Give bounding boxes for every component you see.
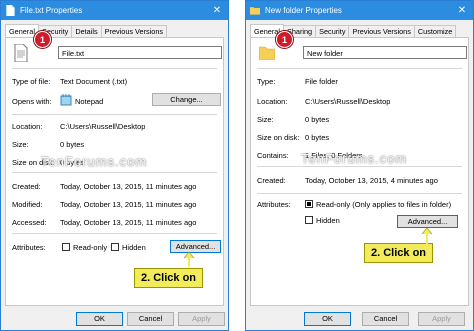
accessed-label: Accessed: xyxy=(12,218,47,227)
general-panel: New folder Type: File folder Location: C… xyxy=(250,37,469,306)
location-value: C:\Users\Russell\Desktop xyxy=(60,122,146,131)
title-bar: New folder Properties ✕ xyxy=(246,1,473,20)
size-label: Size: xyxy=(257,115,274,124)
hidden-label: Hidden xyxy=(122,243,146,252)
step-2-callout: 2. Click on xyxy=(134,268,204,288)
type-label: Type of file: xyxy=(12,77,51,86)
hidden-checkbox[interactable] xyxy=(111,243,119,251)
step-1-badge: 1 xyxy=(34,31,51,48)
accessed-value: Today, October 13, 2015, 11 minutes ago xyxy=(60,218,197,227)
folder-icon xyxy=(250,7,260,15)
file-properties-dialog: File.txt Properties ✕ General Security D… xyxy=(0,0,229,331)
created-label: Created: xyxy=(12,182,41,191)
created-value: Today, October 13, 2015, 4 minutes ago xyxy=(305,176,438,185)
folder-name-field[interactable]: New folder xyxy=(303,46,467,59)
read-only-label: Read-only (Only applies to files in fold… xyxy=(316,200,452,209)
opens-with-value: Notepad xyxy=(75,97,104,106)
size-value: 0 bytes xyxy=(60,140,85,149)
watermark: TenForums.com xyxy=(41,154,148,169)
folder-properties-dialog: New folder Properties ✕ General Sharing … xyxy=(245,0,474,331)
advanced-button[interactable]: Advanced... xyxy=(397,215,458,228)
modified-label: Modified: xyxy=(12,200,43,209)
callout-arrow xyxy=(421,228,433,244)
step-1-badge: 1 xyxy=(276,31,293,48)
change-button[interactable]: Change... xyxy=(152,93,221,106)
attributes-label: Attributes: xyxy=(12,243,46,252)
contains-label: Contains: xyxy=(257,151,289,160)
step-2-callout: 2. Click on xyxy=(364,243,434,263)
text-file-icon xyxy=(14,44,28,62)
tab-previous-versions[interactable]: Previous Versions xyxy=(348,25,415,37)
read-only-label: Read-only xyxy=(73,243,108,252)
tab-details[interactable]: Details xyxy=(71,25,102,37)
type-value: Text Document (.txt) xyxy=(60,77,128,86)
tab-customize[interactable]: Customize xyxy=(413,25,457,37)
ok-button[interactable]: OK xyxy=(76,312,123,326)
created-value: Today, October 13, 2015, 11 minutes ago xyxy=(60,182,197,191)
text-file-icon xyxy=(6,5,15,16)
attributes-label: Attributes: xyxy=(257,200,291,209)
read-only-checkbox[interactable] xyxy=(62,243,70,251)
hidden-label: Hidden xyxy=(316,216,340,225)
type-value: File folder xyxy=(305,77,338,86)
size-on-disk-value: 0 bytes xyxy=(305,133,330,142)
apply-button[interactable]: Apply xyxy=(418,312,465,326)
watermark: TenForums.com xyxy=(301,151,408,166)
window-title: File.txt Properties xyxy=(20,6,83,15)
created-label: Created: xyxy=(257,176,286,185)
read-only-checkbox[interactable] xyxy=(305,200,313,208)
type-label: Type: xyxy=(257,77,276,86)
size-on-disk-label: Size on disk: xyxy=(257,133,300,142)
cancel-button[interactable]: Cancel xyxy=(127,312,174,326)
window-title: New folder Properties xyxy=(265,6,342,15)
size-value: 0 bytes xyxy=(305,115,330,124)
modified-value: Today, October 13, 2015, 11 minutes ago xyxy=(60,200,197,209)
callout-arrow xyxy=(183,251,195,267)
opens-with-label: Opens with: xyxy=(12,97,52,106)
file-name-field[interactable]: File.txt xyxy=(58,46,222,59)
close-icon[interactable]: ✕ xyxy=(206,1,228,20)
tab-security[interactable]: Security xyxy=(315,25,350,37)
notepad-icon xyxy=(60,94,72,106)
folder-icon xyxy=(259,46,275,60)
size-label: Size: xyxy=(12,140,29,149)
hidden-checkbox[interactable] xyxy=(305,216,313,224)
ok-button[interactable]: OK xyxy=(304,312,351,326)
close-icon[interactable]: ✕ xyxy=(451,1,473,20)
location-label: Location: xyxy=(12,122,43,131)
cancel-button[interactable]: Cancel xyxy=(362,312,409,326)
location-value: C:\Users\Russell\Desktop xyxy=(305,97,391,106)
tab-previous-versions[interactable]: Previous Versions xyxy=(100,25,168,37)
apply-button[interactable]: Apply xyxy=(178,312,225,326)
location-label: Location: xyxy=(257,97,288,106)
title-bar: File.txt Properties ✕ xyxy=(1,1,228,20)
